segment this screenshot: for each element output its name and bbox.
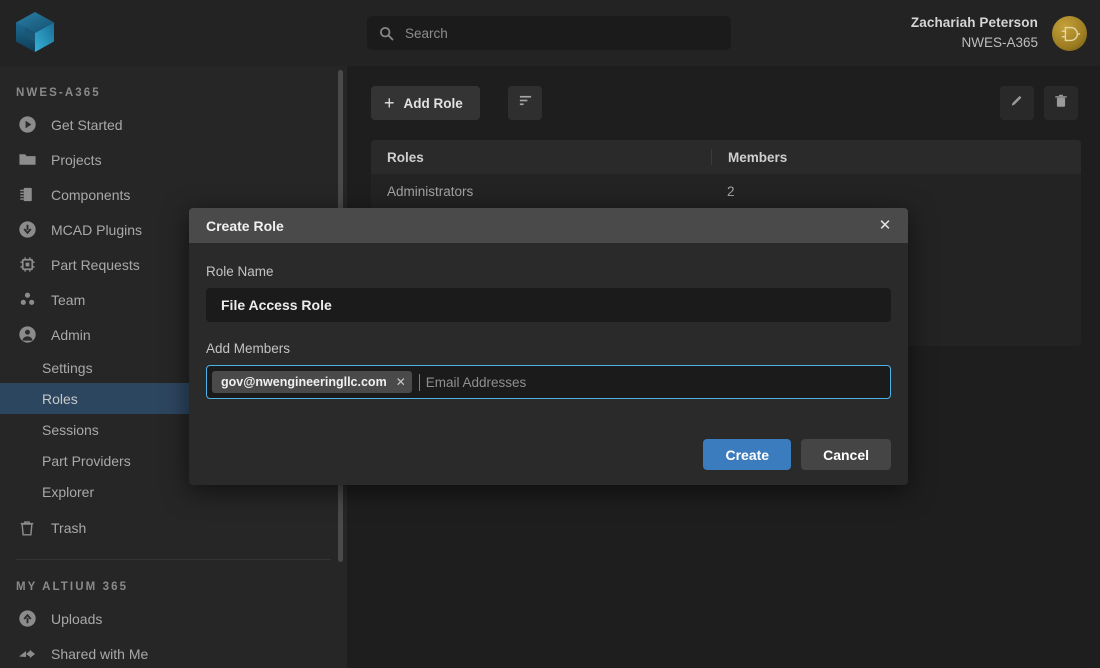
sidebar-item-label: Get Started <box>51 116 123 133</box>
sidebar-my-section-title: MY ALTIUM 365 <box>16 581 129 593</box>
sidebar-item-label: Uploads <box>51 610 103 627</box>
sort-filter-button[interactable] <box>508 86 542 120</box>
member-chip[interactable]: gov@nwengineeringllc.com ✕ <box>212 371 412 393</box>
user-info[interactable]: Zachariah Peterson NWES-A365 <box>911 13 1038 52</box>
sidebar-subitem-label: Sessions <box>42 421 99 438</box>
delete-role-button[interactable] <box>1044 86 1078 120</box>
trash-icon <box>16 517 38 539</box>
roles-toolbar: + Add Role <box>347 66 1100 134</box>
trash-icon <box>1053 93 1069 114</box>
person-circle-icon <box>16 324 38 346</box>
user-org: NWES-A365 <box>961 34 1038 50</box>
column-header-roles[interactable]: Roles <box>371 150 711 165</box>
cell-role-name: Administrators <box>387 184 474 199</box>
sidebar-item-projects[interactable]: Projects <box>0 142 347 177</box>
dialog-header: Create Role ✕ <box>189 208 908 243</box>
cancel-button[interactable]: Cancel <box>801 439 891 470</box>
sidebar-subitem-label: Roles <box>42 390 78 407</box>
sidebar-subitem-label: Explorer <box>42 483 95 500</box>
search-icon <box>379 26 394 41</box>
role-name-label: Role Name <box>206 264 274 279</box>
plus-icon: + <box>384 93 395 113</box>
sidebar-item-label: Part Requests <box>51 256 140 273</box>
share-arrows-icon <box>16 643 38 665</box>
folder-icon <box>16 149 38 171</box>
play-circle-icon <box>16 114 38 136</box>
sidebar-item-label: Projects <box>51 151 102 168</box>
member-chips-field[interactable]: gov@nwengineeringllc.com ✕ <box>206 365 891 399</box>
user-name: Zachariah Peterson <box>910 15 1038 30</box>
email-addresses-input[interactable] <box>418 373 885 391</box>
add-role-button[interactable]: + Add Role <box>371 86 480 120</box>
sort-filter-icon <box>518 93 533 113</box>
avatar[interactable] <box>1052 16 1087 51</box>
member-chip-email: gov@nwengineeringllc.com <box>221 375 387 389</box>
dialog-footer: Create Cancel <box>703 439 891 470</box>
sidebar-item-label: MCAD Plugins <box>51 221 143 238</box>
sidebar-item-components[interactable]: Components <box>0 177 347 212</box>
sidebar-divider <box>16 559 331 560</box>
sidebar-item-shared-with-me[interactable]: Shared with Me <box>0 636 347 668</box>
add-role-label: Add Role <box>403 95 463 111</box>
altium-cube-logo-icon[interactable] <box>12 9 58 55</box>
sidebar-item-uploads[interactable]: Uploads <box>0 601 347 636</box>
create-role-dialog: Create Role ✕ Role Name Add Members gov@… <box>189 208 908 485</box>
top-bar: Zachariah Peterson NWES-A365 <box>0 0 1100 66</box>
cell-member-count: 2 <box>727 184 735 199</box>
app-root: Zachariah Peterson NWES-A365 NWES-A365 <box>0 0 1100 668</box>
sidebar-subitem-label: Settings <box>42 359 93 376</box>
close-icon[interactable]: ✕ <box>396 376 406 388</box>
sidebar-item-label: Team <box>51 291 86 308</box>
sidebar-item-get-started[interactable]: Get Started <box>0 107 347 142</box>
sidebar-item-label: Shared with Me <box>51 645 149 662</box>
add-members-label: Add Members <box>206 341 291 356</box>
logic-gate-avatar-icon <box>1061 26 1080 41</box>
upload-circle-icon <box>16 608 38 630</box>
sidebar-subitem-label: Part Providers <box>42 452 131 469</box>
sidebar-item-label: Components <box>51 186 131 203</box>
sidebar-item-label: Admin <box>51 326 91 343</box>
sidebar-workspace-title: NWES-A365 <box>16 87 101 99</box>
close-icon[interactable]: ✕ <box>876 218 894 233</box>
part-chip-icon <box>16 254 38 276</box>
table-header-row: Roles Members <box>371 140 1081 174</box>
sidebar-item-label: Trash <box>51 519 87 536</box>
table-row[interactable]: Administrators 2 <box>371 174 1081 209</box>
sidebar-item-trash[interactable]: Trash <box>0 510 347 545</box>
chip-icon <box>16 184 38 206</box>
column-header-members[interactable]: Members <box>711 149 787 165</box>
search-box[interactable] <box>367 16 731 50</box>
role-name-input[interactable] <box>206 288 891 322</box>
dialog-body: Role Name Add Members gov@nwengineeringl… <box>189 243 908 399</box>
search-input[interactable] <box>405 25 719 41</box>
edit-role-button[interactable] <box>1000 86 1034 120</box>
pencil-icon <box>1009 93 1025 114</box>
team-icon <box>16 289 38 311</box>
create-button[interactable]: Create <box>703 439 792 470</box>
download-circle-icon <box>16 219 38 241</box>
dialog-title: Create Role <box>206 217 284 234</box>
